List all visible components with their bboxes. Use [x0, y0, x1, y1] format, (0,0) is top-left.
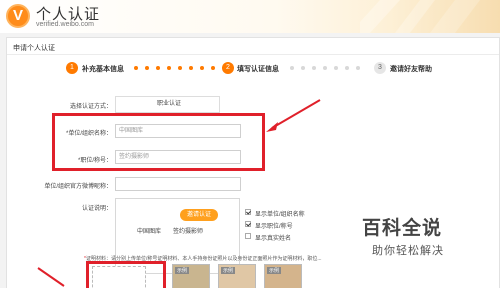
proof-note: *证明材料：请分别上传单位/称号证明材料、本人手持身份证照片以及身份证正面照片作… [84, 255, 334, 262]
checkbox-show-position[interactable] [245, 221, 251, 227]
official-weibo-input[interactable] [115, 177, 241, 191]
sample-tag: 示例 [267, 267, 282, 274]
checkbox-show-position-label: 显示职位/称号 [255, 224, 293, 230]
sample-tag: 示例 [221, 267, 236, 274]
watermark-subtitle: 助你轻松解决 [372, 244, 444, 257]
description-label: 认证说明： [81, 206, 112, 212]
step-1-number: 1 [66, 62, 78, 74]
description-org: 中国图库 [137, 229, 162, 235]
step-progress-dots-pending [290, 66, 360, 70]
method-label: 选择认证方式： [69, 104, 112, 110]
weibo-verified-logo-icon[interactable]: V [6, 4, 30, 28]
sample-tag: 示例 [175, 267, 190, 274]
proof-note-text: 证明材料：请分别上传单位/称号证明材料、本人手持身份证照片以及身份证正面照片作为… [85, 256, 322, 262]
checkbox-show-realname-label: 显示真实姓名 [255, 236, 292, 242]
divider [7, 54, 499, 55]
annotation-arrow-icon [266, 99, 321, 132]
checkbox-show-org-label: 显示单位/组织名称 [255, 212, 305, 218]
official-weibo-label: 单位/组织官方微博昵称： [44, 184, 112, 190]
method-tab-selected[interactable]: 职业认证 [115, 96, 220, 113]
page: V 个人认证 verified.weibo.com 申请个人认证 1 补充基本信… [0, 0, 500, 288]
sample-image: 示例 [264, 264, 302, 288]
step-2-label: 填写认证信息 [237, 66, 279, 73]
description-position: 签约摄影师 [173, 229, 204, 235]
logo-letter: V [12, 7, 23, 24]
step-2-number: 2 [222, 62, 234, 74]
invite-verify-button[interactable]: 邀请认证 [180, 209, 218, 221]
header-decoration [360, 0, 480, 33]
annotation-highlight-box [52, 113, 265, 171]
step-3-number: 3 [374, 62, 386, 74]
annotation-arrow-icon [37, 267, 65, 287]
step-progress-dots [134, 66, 215, 70]
checkbox-show-org[interactable] [245, 209, 251, 215]
card-title: 申请个人认证 [13, 45, 55, 52]
header-bar: V 个人认证 verified.weibo.com [0, 0, 500, 33]
checkbox-show-realname[interactable] [245, 233, 251, 239]
site-url: verified.weibo.com [36, 21, 94, 28]
step-1-label: 补充基本信息 [82, 66, 124, 73]
watermark-title: 百科全说 [362, 217, 443, 239]
upload-area[interactable] [92, 266, 146, 288]
step-3-label: 邀请好友帮助 [390, 66, 432, 73]
sample-image: 示例 [218, 264, 256, 288]
sample-image: 示例 [172, 264, 210, 288]
